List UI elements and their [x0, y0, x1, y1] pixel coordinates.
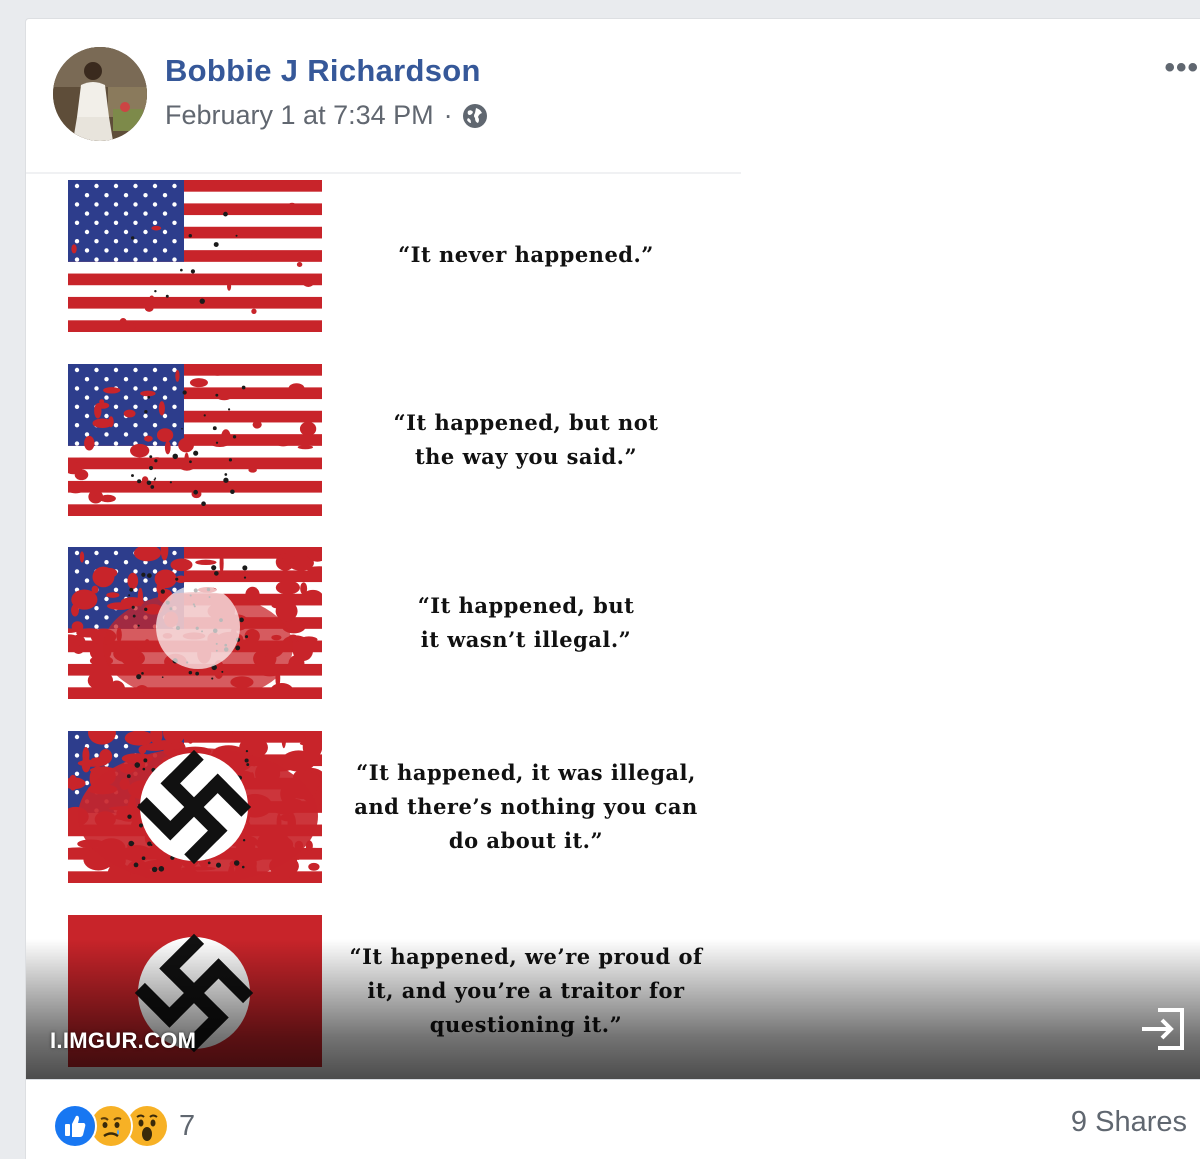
flag-panel-3 — [68, 547, 322, 699]
like-icon[interactable] — [53, 1104, 97, 1148]
meta-separator: · — [443, 100, 453, 130]
caption-4: “It happened, it was illegal, and there’… — [354, 760, 698, 853]
post-meta: February 1 at 7:34 PM · — [165, 100, 489, 131]
image-shade — [26, 939, 1200, 1079]
post-image[interactable]: “It never happened.” “It happened, but no… — [26, 174, 1200, 1079]
flag-panel-1 — [68, 180, 322, 332]
reaction-count[interactable]: 7 — [179, 1110, 195, 1143]
reactions-summary[interactable]: 7 — [53, 1104, 195, 1148]
post-timestamp[interactable]: February 1 at 7:34 PM — [165, 100, 434, 131]
flag-panel-2 — [68, 364, 322, 516]
more-options-icon[interactable]: ••• — [1164, 53, 1199, 83]
avatar[interactable] — [53, 47, 147, 141]
caption-3: “It happened, but it wasn’t illegal.” — [417, 593, 635, 652]
open-link-icon[interactable] — [1138, 1006, 1188, 1052]
shares-count[interactable]: 9 Shares — [1071, 1106, 1187, 1139]
footer-divider — [26, 1079, 1200, 1080]
author-name[interactable]: Bobbie J Richardson — [165, 53, 481, 89]
flag-panel-4 — [68, 731, 322, 883]
post-card: Bobbie J Richardson February 1 at 7:34 P… — [25, 18, 1200, 1159]
caption-2: “It happened, but not the way you said.” — [393, 410, 659, 469]
caption-1: “It never happened.” — [398, 242, 654, 267]
image-source-domain[interactable]: I.IMGUR.COM — [50, 1028, 196, 1054]
globe-icon[interactable] — [461, 102, 489, 130]
